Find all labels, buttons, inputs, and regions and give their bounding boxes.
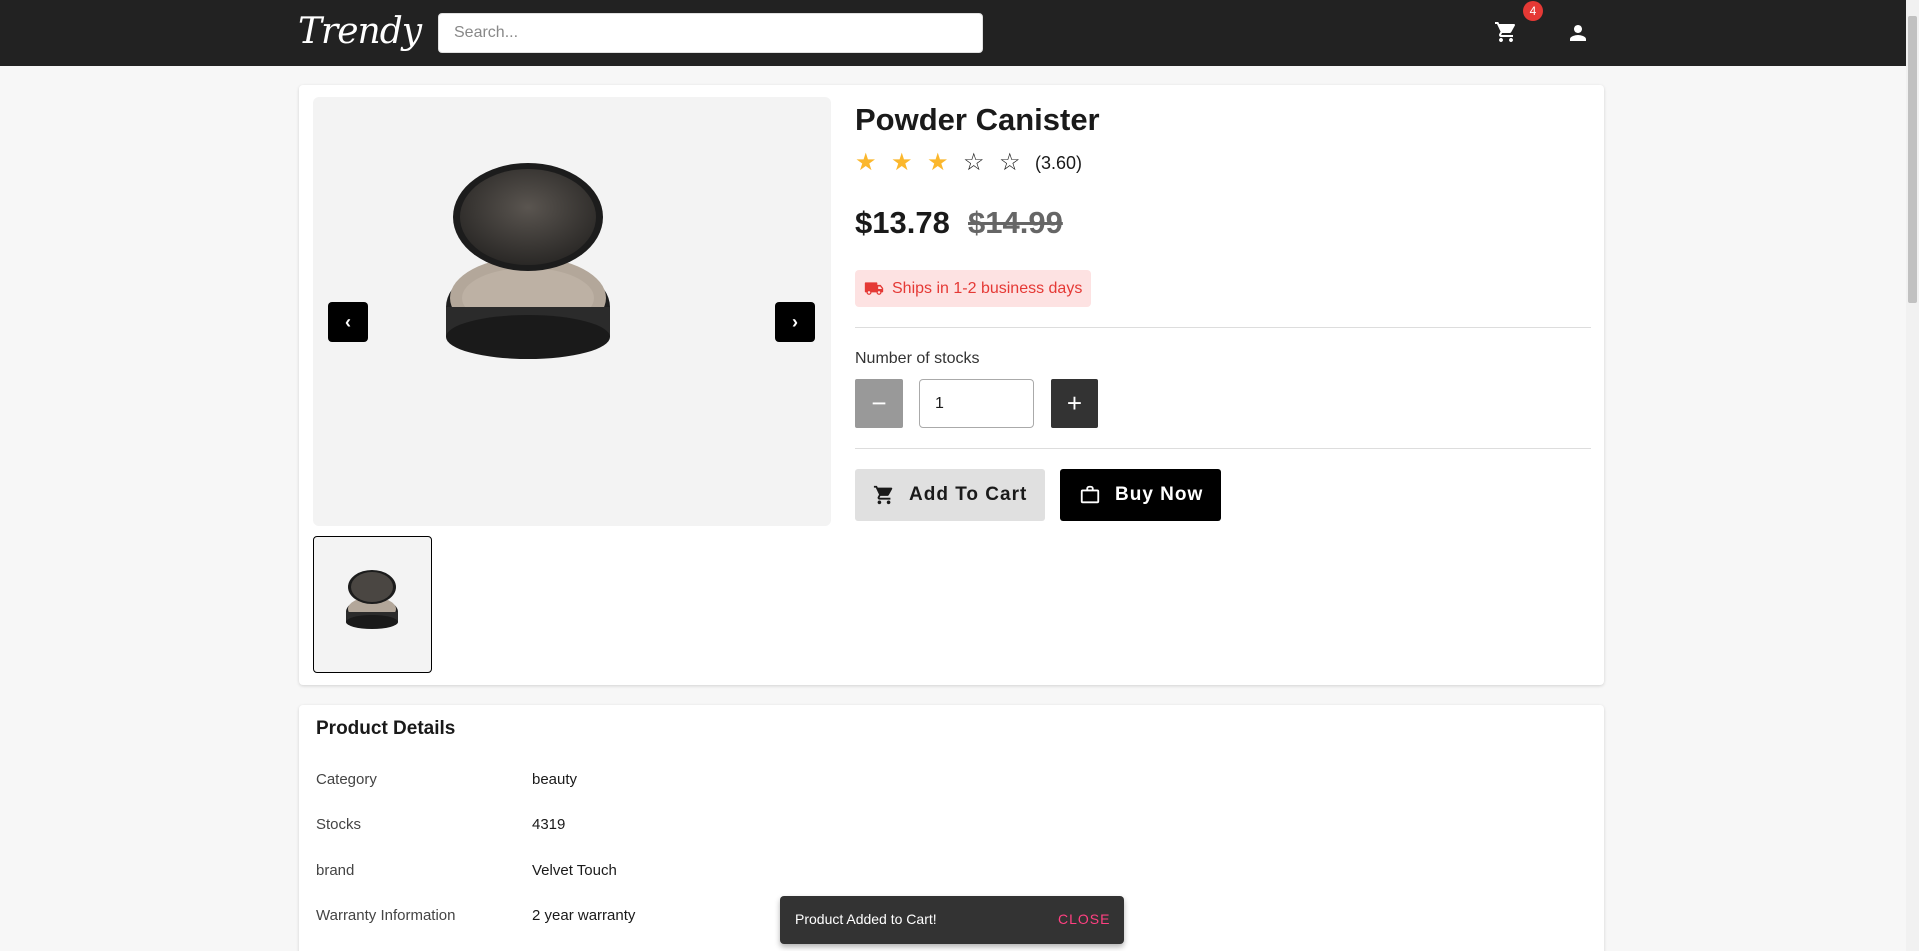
shopping-bag-icon — [1080, 485, 1100, 504]
powder-compact-image — [446, 163, 610, 359]
star-empty-icon: ☆ — [963, 149, 985, 176]
product-main-image — [313, 97, 831, 526]
cart-count-badge: 4 — [1523, 1, 1543, 21]
snackbar: Product Added to Cart! CLOSE — [780, 896, 1124, 944]
product-thumbnail[interactable] — [313, 536, 432, 673]
thumbnail-image — [346, 570, 398, 629]
divider — [855, 327, 1591, 328]
logo[interactable]: Trendy — [298, 11, 422, 52]
account-button[interactable] — [1566, 21, 1592, 47]
buy-now-label: Buy Now — [1115, 484, 1204, 505]
user-icon — [1570, 25, 1586, 41]
cart-icon — [1495, 22, 1516, 42]
divider — [855, 448, 1591, 449]
star-empty-icon: ☆ — [999, 149, 1021, 176]
detail-key-category: Category — [316, 771, 377, 788]
decrease-quantity-button[interactable]: − — [855, 379, 903, 428]
detail-value-brand: Velvet Touch — [532, 862, 617, 879]
star-filled-icon: ★ — [891, 149, 913, 176]
image-prev-button[interactable]: ‹ — [328, 302, 368, 342]
star-filled-icon: ★ — [927, 149, 949, 176]
cart-icon — [873, 485, 893, 505]
snackbar-close-button[interactable]: CLOSE — [1058, 911, 1110, 927]
buy-now-button[interactable]: Buy Now — [1060, 469, 1221, 521]
add-to-cart-button[interactable]: Add To Cart — [855, 469, 1045, 521]
detail-value-category: beauty — [532, 771, 578, 788]
original-price: $14.99 — [968, 205, 1063, 240]
details-title: Product Details — [316, 718, 456, 739]
search-input[interactable] — [438, 13, 983, 53]
add-to-cart-label: Add To Cart — [909, 484, 1028, 505]
shipping-text: Ships in 1-2 business days — [892, 279, 1083, 297]
snackbar-message: Product Added to Cart! — [795, 911, 937, 927]
truck-icon — [864, 281, 884, 295]
current-price: $13.78 — [855, 205, 950, 240]
detail-value-warranty: 2 year warranty — [532, 907, 636, 924]
product-title: Powder Canister — [855, 102, 1100, 137]
increase-quantity-button[interactable]: + — [1051, 379, 1098, 428]
image-next-button[interactable]: › — [775, 302, 815, 342]
stock-label: Number of stocks — [855, 350, 980, 367]
detail-value-stocks: 4319 — [532, 816, 566, 833]
scrollbar-thumb[interactable] — [1908, 16, 1917, 303]
rating-value: (3.60) — [1035, 152, 1083, 173]
quantity-input[interactable] — [919, 379, 1034, 428]
detail-key-warranty: Warranty Information — [316, 907, 456, 924]
detail-key-stocks: Stocks — [316, 816, 362, 833]
cart-button[interactable] — [1494, 20, 1528, 48]
detail-key-brand: brand — [316, 862, 355, 879]
rating-stars: ★ ★ ★ ☆ ☆ (3.60) — [855, 150, 1082, 176]
shipping-badge: Ships in 1-2 business days — [855, 270, 1091, 307]
star-filled-icon: ★ — [855, 149, 877, 176]
